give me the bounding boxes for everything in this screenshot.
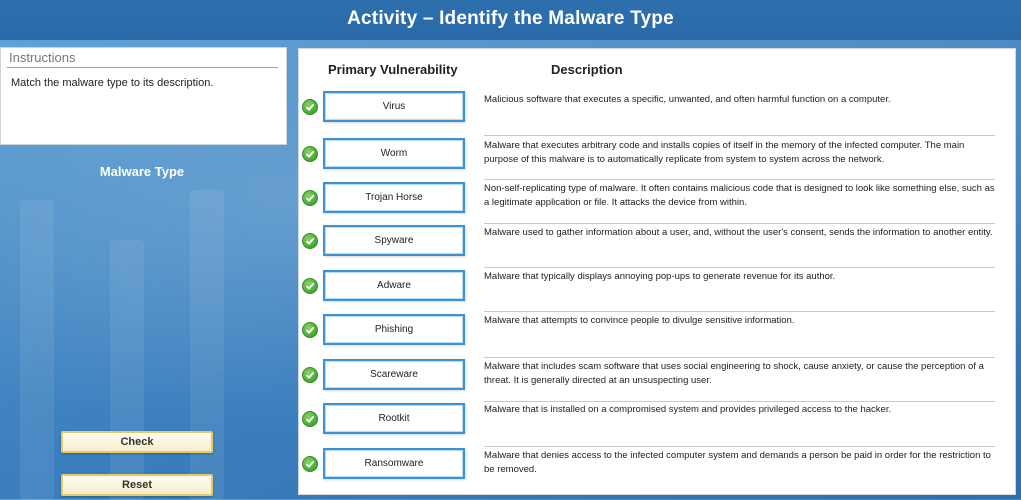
answer-box[interactable]: Adware: [323, 270, 465, 301]
correct-check-icon: [302, 146, 318, 162]
description-text: Malicious software that executes a speci…: [484, 94, 891, 105]
page-title: Activity – Identify the Malware Type: [347, 8, 674, 29]
instructions-text: Match the malware type to its descriptio…: [11, 77, 214, 89]
instructions-heading: Instructions: [9, 50, 76, 65]
description-text: Malware used to gather information about…: [484, 227, 993, 238]
description-text: Malware that typically displays annoying…: [484, 271, 836, 282]
match-row: Trojan Horse Non-self-replicating type o…: [299, 182, 1015, 226]
answer-box[interactable]: Scareware: [323, 359, 465, 390]
description-text: Malware that is installed on a compromis…: [484, 404, 892, 415]
answer-box[interactable]: Virus: [323, 91, 465, 122]
match-row: Adware Malware that typically displays a…: [299, 270, 1015, 314]
row-divider: [484, 135, 995, 136]
row-divider: [484, 179, 995, 180]
correct-check-icon: [302, 322, 318, 338]
description-text: Malware that attempts to convince people…: [484, 315, 795, 326]
instructions-panel: Instructions Match the malware type to i…: [0, 47, 287, 145]
column-header-description: Description: [551, 62, 623, 77]
description-text: Malware that includes scam software that…: [484, 361, 984, 386]
instructions-divider: [7, 67, 278, 68]
reset-button[interactable]: Reset: [61, 474, 213, 496]
match-row: Worm Malware that executes arbitrary cod…: [299, 138, 1015, 182]
title-bar: Activity – Identify the Malware Type: [0, 0, 1021, 40]
answer-box[interactable]: Phishing: [323, 314, 465, 345]
answer-box[interactable]: Worm: [323, 138, 465, 169]
correct-check-icon: [302, 367, 318, 383]
row-divider: [484, 446, 995, 447]
correct-check-icon: [302, 190, 318, 206]
match-row: Ransomware Malware that denies access to…: [299, 448, 1015, 492]
check-button[interactable]: Check: [61, 431, 213, 453]
correct-check-icon: [302, 278, 318, 294]
row-divider: [484, 223, 995, 224]
description-text: Non-self-replicating type of malware. It…: [484, 183, 995, 208]
correct-check-icon: [302, 99, 318, 115]
answer-box[interactable]: Spyware: [323, 225, 465, 256]
answer-box[interactable]: Trojan Horse: [323, 182, 465, 213]
correct-check-icon: [302, 411, 318, 427]
row-divider: [484, 357, 995, 358]
correct-check-icon: [302, 456, 318, 472]
row-divider: [484, 267, 995, 268]
row-divider: [484, 401, 995, 402]
matching-panel: Primary Vulnerability Description Virus …: [298, 48, 1016, 495]
match-row: Rootkit Malware that is installed on a c…: [299, 403, 1015, 447]
description-text: Malware that denies access to the infect…: [484, 450, 991, 475]
match-row: Scareware Malware that includes scam sof…: [299, 359, 1015, 403]
match-row: Virus Malicious software that executes a…: [299, 91, 1015, 135]
correct-check-icon: [302, 233, 318, 249]
match-row: Spyware Malware used to gather informati…: [299, 225, 1015, 269]
answer-box[interactable]: Rootkit: [323, 403, 465, 434]
match-row: Phishing Malware that attempts to convin…: [299, 314, 1015, 358]
answer-box[interactable]: Ransomware: [323, 448, 465, 479]
description-text: Malware that executes arbitrary code and…: [484, 140, 965, 165]
malware-type-label: Malware Type: [99, 164, 185, 179]
column-header-vulnerability: Primary Vulnerability: [328, 62, 458, 77]
row-divider: [484, 311, 995, 312]
